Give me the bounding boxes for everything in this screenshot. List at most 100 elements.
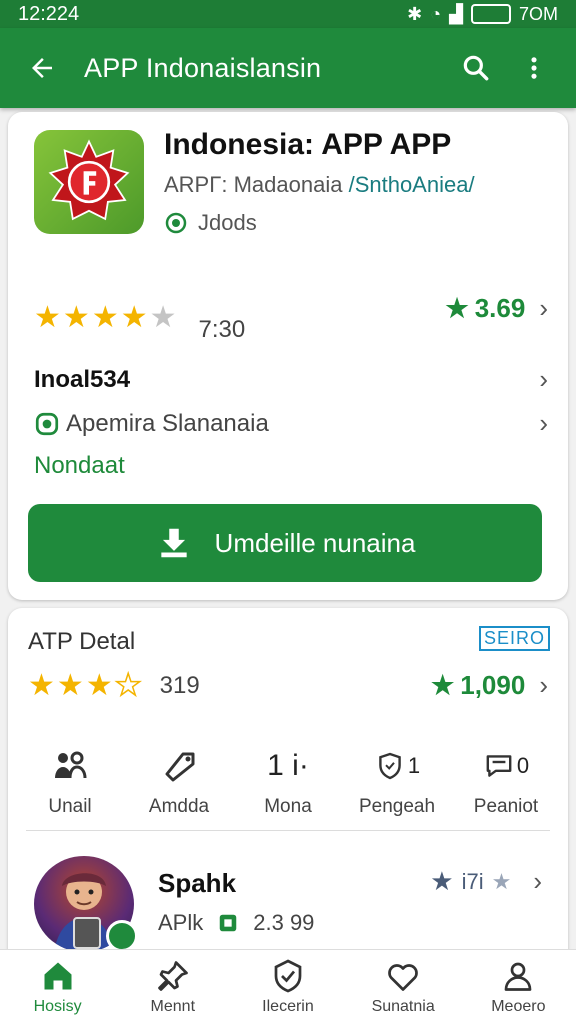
star-icon: ★ — [28, 668, 55, 702]
feature-label: Pengeah — [358, 796, 436, 817]
feature-item[interactable]: Amdda — [127, 746, 231, 818]
verified-circle-icon — [165, 212, 187, 234]
verified-badge-icon — [106, 920, 138, 952]
status-bar: 12:224 ✱ ◔ ▟ 7OM — [0, 0, 576, 28]
nav-item-home[interactable]: Hosisy — [8, 958, 108, 1016]
nav-label: Mennt — [150, 998, 196, 1015]
search-button[interactable] — [456, 48, 496, 88]
feature-item[interactable]: 0 Peaniot — [454, 746, 558, 818]
feature-row: Unail Amdda 1 i· Mona 1 Pengeah 0 Peanio… — [18, 746, 558, 818]
signal-icon: ▟ — [449, 3, 463, 24]
status-icons: ✱ ◔ ▟ 7OM — [407, 4, 558, 25]
nav-label: Hosisy — [33, 998, 82, 1015]
star-rating: ★ ★ ★ ★ ★ — [34, 303, 177, 333]
message-icon — [486, 755, 512, 777]
star-icon: ★ — [120, 301, 148, 334]
badge-logo-icon — [48, 139, 130, 221]
feature-label: Peaniot — [473, 796, 539, 817]
feature-label: Amdda — [148, 796, 210, 817]
section-badge[interactable]: SEIRO — [478, 626, 550, 651]
star-icon: ★ — [85, 668, 113, 702]
category-row[interactable]: Apemira Slananaia › — [34, 408, 548, 439]
feature-value: 0 — [516, 753, 530, 778]
chevron-right-icon: › — [539, 670, 548, 700]
bluetooth-icon: ✱ — [407, 3, 423, 24]
more-button[interactable] — [514, 48, 554, 88]
recommended-app-score: i7i — [461, 868, 484, 894]
info-text: Inoal534 — [34, 365, 131, 393]
nav-label: Sunatnia — [371, 998, 435, 1015]
app-tag: Jdods — [164, 210, 257, 236]
home-icon — [44, 962, 72, 990]
star-icon: ★ — [445, 292, 469, 323]
pin-icon — [157, 961, 188, 991]
android-icon — [35, 412, 59, 435]
chevron-right-icon: › — [533, 866, 542, 896]
star-icon: ★ — [56, 668, 84, 702]
feature-value-wrap: 1 — [374, 746, 420, 786]
download-icon — [160, 528, 187, 558]
recommended-app-name[interactable]: Spahk — [158, 868, 236, 899]
feature-item[interactable]: 1 Pengeah — [345, 746, 449, 818]
recommended-app-rating[interactable]: ★ i7i ★ › — [430, 866, 542, 897]
shield-icon — [274, 959, 302, 993]
developer-link[interactable]: /SnthoAniea/ — [349, 172, 475, 197]
star-empty-icon: ★ — [114, 668, 142, 702]
more-vert-icon — [531, 57, 537, 79]
score-value: 1,090 — [460, 670, 526, 700]
people-icon — [55, 751, 87, 779]
score: ★ 3.69 — [445, 293, 525, 324]
bottom-navigation: Hosisy Mennt Ilecerin Sunatnia Meoero — [0, 949, 576, 1024]
feature-label: Mona — [264, 796, 312, 817]
app-icon[interactable] — [34, 130, 144, 234]
info-row[interactable]: Inoal534 › — [34, 364, 548, 395]
chevron-right-icon: › — [539, 292, 548, 323]
wifi-icon: ◔ — [430, 3, 442, 24]
person-icon — [504, 962, 532, 991]
nav-label: Meoero — [491, 998, 546, 1015]
nav-item-shield[interactable]: Ilecerin — [238, 958, 338, 1016]
score-value: 3.69 — [474, 292, 526, 323]
star-icon: ★ — [62, 301, 90, 334]
divider — [26, 830, 550, 831]
rating-count: 7:30 — [198, 316, 246, 343]
feature-label: Unail — [48, 796, 92, 817]
page-title: APP Indonaislansin — [84, 52, 322, 83]
size-icon — [220, 914, 237, 932]
nav-label: Ilecerin — [262, 998, 314, 1015]
detail-card: ATP Detal SEIRO ★ ★ ★ ★ 319 ★ 1,090 › Un… — [8, 608, 568, 968]
install-button[interactable]: Umdeille nunaina — [28, 504, 542, 582]
star-icon: ★ — [91, 301, 119, 334]
star-icon: ★ — [430, 670, 455, 700]
feature-value: 1 i· — [267, 749, 309, 782]
feature-value-wrap: 0 — [483, 746, 529, 786]
heart-icon — [388, 964, 418, 991]
nav-item-pin[interactable]: Mennt — [123, 958, 223, 1016]
status-right-text: 7OM — [518, 3, 558, 24]
back-button[interactable] — [22, 48, 62, 88]
category-text: Apemira Slananaia — [66, 409, 269, 437]
nav-item-profile[interactable]: Meoero — [468, 958, 568, 1016]
detail-rating-row[interactable]: ★ ★ ★ ★ 319 ★ 1,090 › — [28, 668, 548, 702]
star-icon: ★ — [491, 868, 512, 894]
tag-icon — [165, 752, 195, 782]
feature-item[interactable]: Unail — [18, 746, 122, 818]
install-label: Umdeille nunaina — [214, 527, 416, 558]
section-title: ATP Detal — [28, 628, 136, 655]
install-status: Nondaat — [34, 452, 125, 479]
shield-icon — [379, 752, 401, 780]
app-bar: APP Indonaislansin — [0, 28, 576, 108]
status-row: Nondaat — [34, 452, 548, 480]
star-icon: ★ — [34, 301, 61, 334]
score: ★ 1,090 — [431, 670, 525, 701]
feature-item[interactable]: 1 i· Mona — [236, 746, 340, 818]
rating-row[interactable]: ★ ★ ★ ★ ★ 7:30 ★ 3.69 › — [34, 292, 548, 344]
app-name: Indonesia: APP APP — [164, 128, 452, 161]
developer-text: ARPΓ: Madaonaia — [164, 172, 343, 197]
rating-count: 319 — [159, 671, 200, 699]
nav-item-favorites[interactable]: Sunatnia — [353, 958, 453, 1016]
chevron-right-icon: › — [539, 364, 548, 394]
star-icon: ★ — [430, 866, 454, 896]
app-card: Indonesia: APP APP ARPΓ: Madaonaia /Snth… — [8, 112, 568, 600]
search-icon — [463, 55, 489, 81]
